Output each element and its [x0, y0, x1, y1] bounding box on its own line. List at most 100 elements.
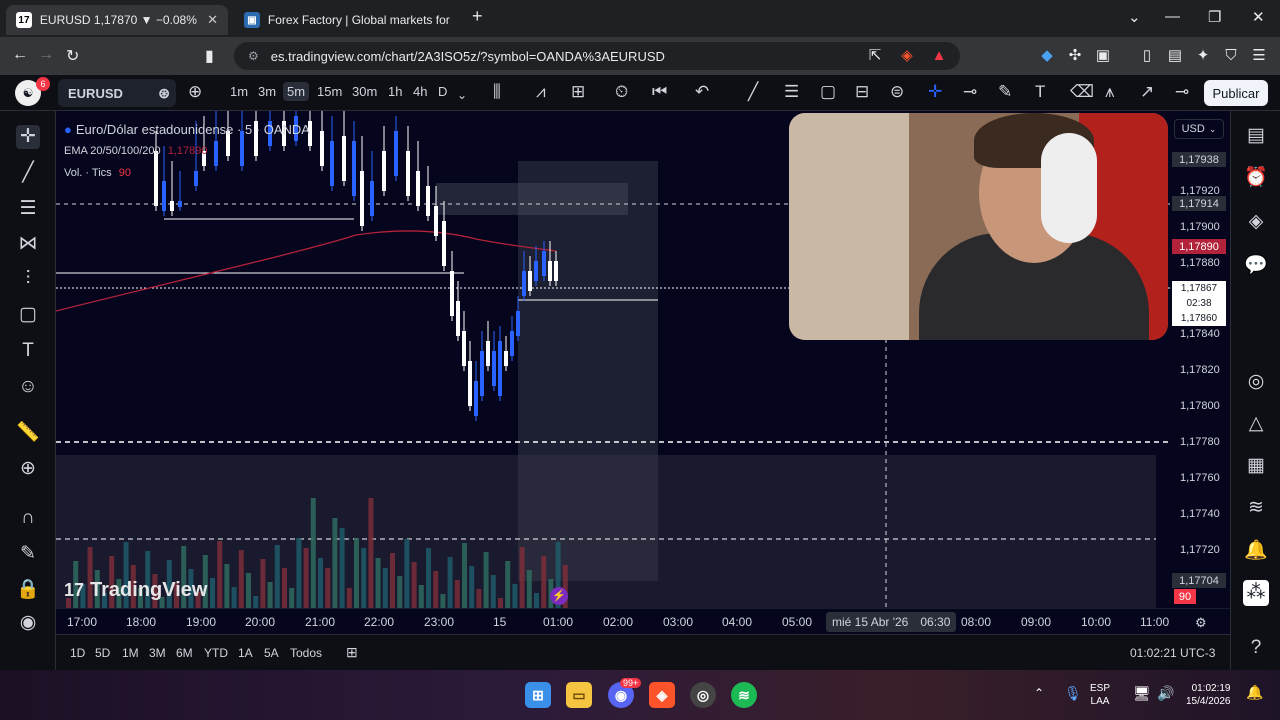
brave-icon[interactable]: ◈ [649, 682, 675, 708]
clock-label[interactable]: 01:02:21 UTC-3 [1130, 646, 1215, 660]
shape-tool-icon[interactable]: ▢ [16, 303, 40, 327]
brave-rewards-icon[interactable]: ▲ [930, 47, 948, 65]
url-input[interactable]: ⚙ es.tradingview.com/chart/2A3ISO5z/?sym… [234, 42, 960, 70]
chat-icon[interactable]: 💬 [1243, 253, 1269, 279]
site-info-icon[interactable]: ⚙ [248, 49, 259, 63]
fib-tool-icon[interactable]: ☰ [16, 197, 40, 221]
wallet-icon[interactable]: ▤ [1166, 47, 1184, 65]
chevron-down-icon[interactable]: ⌄ [457, 86, 467, 104]
network-icon[interactable]: 🖥 [1133, 685, 1151, 702]
brush-icon[interactable]: ✎ [998, 83, 1012, 101]
axis-settings-icon[interactable]: ⚙ [1195, 615, 1207, 631]
templates-icon[interactable]: ⊞ [571, 83, 585, 101]
close-tab-icon[interactable]: ✕ [207, 12, 218, 28]
stay-drawing-icon[interactable]: ✎ [16, 542, 40, 566]
zoom-icon[interactable]: ⊕ [16, 457, 40, 481]
interval-1h[interactable]: 1h [388, 84, 402, 99]
back-icon[interactable]: ← [12, 46, 28, 64]
range-6m[interactable]: 6M [176, 646, 193, 660]
indicators-icon[interactable]: ⩘ [536, 83, 546, 101]
rectangle-icon[interactable]: ▢ [820, 83, 836, 101]
hotlist-icon[interactable]: ◎ [1243, 369, 1269, 395]
extensions-icon[interactable]: ✣ [1066, 47, 1084, 65]
range-1m[interactable]: 1M [122, 646, 139, 660]
replay-icon[interactable]: ⏮ [652, 83, 667, 101]
microphone-icon[interactable]: 🎙 [1064, 685, 1082, 702]
parallel-channel-icon[interactable]: ⊜ [890, 83, 904, 101]
interval-1m[interactable]: 1m [230, 84, 248, 99]
eye-icon[interactable]: ◉ [16, 611, 40, 635]
reload-icon[interactable]: ↻ [66, 46, 79, 66]
system-clock[interactable]: 01:02:19 15/4/2026 [1186, 682, 1231, 708]
crosshair-tool-icon[interactable]: ✛ [16, 125, 40, 149]
lock-icon[interactable]: 🔒 [16, 578, 40, 602]
interval-d[interactable]: D [438, 84, 447, 99]
magnet-icon[interactable]: ∩ [16, 506, 40, 530]
calendar-icon[interactable]: ▦ [1243, 453, 1269, 479]
trendline-icon[interactable]: ╱ [748, 83, 758, 101]
obs-icon[interactable]: ◎ [690, 682, 716, 708]
help-icon[interactable]: ? [1243, 635, 1269, 661]
currency-selector[interactable]: USD ⌄ [1174, 119, 1224, 139]
screenshot-icon[interactable]: ▣ [1094, 47, 1112, 65]
range-5a[interactable]: 5A [264, 646, 279, 660]
brave-shield-icon[interactable]: ◈ [898, 47, 916, 65]
file-explorer-icon[interactable]: ▭ [566, 682, 592, 708]
ideas-icon[interactable]: △ [1243, 411, 1269, 437]
publish-button[interactable]: Publicar [1204, 80, 1268, 106]
apps-icon[interactable]: ⁂ [1243, 580, 1269, 606]
ema-legend[interactable]: EMA 20/50/100/200 1,17890 [64, 145, 207, 157]
language-indicator[interactable]: ESP LAA [1090, 682, 1110, 708]
interval-15m[interactable]: 15m [317, 84, 342, 99]
vpn-icon[interactable]: ⛉ [1222, 47, 1240, 65]
forward-icon[interactable]: → [38, 46, 54, 64]
horizontal-line-icon[interactable]: ⊸ [963, 83, 977, 101]
pattern-icon[interactable]: ⩚ [1105, 83, 1115, 101]
event-icon[interactable]: ⚡ [550, 587, 568, 605]
prediction-tool-icon[interactable]: ⫶ [16, 267, 40, 291]
alerts-icon[interactable]: ⏰ [1243, 165, 1269, 191]
trendline-tool-icon[interactable]: ╱ [16, 161, 40, 185]
close-window-icon[interactable]: ✕ [1252, 8, 1265, 26]
undo-icon[interactable]: ↶ [695, 83, 709, 101]
windows-start-icon[interactable]: ⊞ [525, 682, 551, 708]
price-axis[interactable]: USD ⌄ 1,17938 1,17920 1,17914 1,17900 1,… [1170, 111, 1230, 608]
volume-legend[interactable]: Vol. · Tics 90 [64, 167, 131, 179]
time-axis[interactable]: 17:00 18:00 19:00 20:00 21:00 22:00 23:0… [56, 608, 1230, 634]
tray-chevron-icon[interactable]: ⌃ [1034, 686, 1044, 700]
text-tool-icon[interactable]: T [16, 339, 40, 363]
extension-icon[interactable]: ◆ [1038, 47, 1056, 65]
bookmark-icon[interactable]: ▮ [205, 46, 214, 66]
pattern-tool-icon[interactable]: ⋈ [16, 232, 40, 256]
tab-forexfactory[interactable]: ▣ Forex Factory | Global markets for the [234, 5, 462, 35]
eraser-icon[interactable]: ⌫ [1070, 83, 1094, 101]
icon-tool-icon[interactable]: ☺ [16, 375, 40, 399]
range-5d[interactable]: 5D [95, 646, 110, 660]
leo-icon[interactable]: ✦ [1194, 47, 1212, 65]
fib-icon[interactable]: ☰ [784, 83, 799, 101]
candles-icon[interactable]: ⫼ [493, 83, 501, 101]
interval-5m[interactable]: 5m [283, 82, 310, 101]
spotify-icon[interactable]: ≋ [731, 682, 757, 708]
position-icon[interactable]: ⊟ [855, 83, 869, 101]
range-1d[interactable]: 1D [70, 646, 85, 660]
compare-icon[interactable]: ⊛ [158, 85, 170, 102]
alert-icon[interactable]: ⏲ [615, 83, 628, 101]
menu-icon[interactable]: ☰ [1250, 47, 1268, 65]
interval-30m[interactable]: 30m [352, 84, 377, 99]
interval-4h[interactable]: 4h [413, 84, 427, 99]
crosshair-icon[interactable]: ✛ [928, 83, 942, 101]
ruler-icon[interactable]: 📏 [16, 421, 40, 445]
range-1a[interactable]: 1A [238, 646, 253, 660]
ray-icon[interactable]: ⊸ [1175, 83, 1189, 101]
range-ytd[interactable]: YTD [204, 646, 228, 660]
streams-icon[interactable]: ≋ [1243, 495, 1269, 521]
sidebar-icon[interactable]: ▯ [1138, 47, 1156, 65]
range-todos[interactable]: Todos [290, 646, 322, 660]
add-symbol-icon[interactable]: ⊕ [188, 83, 202, 101]
object-tree-icon[interactable]: ◈ [1243, 209, 1269, 235]
symbol-search[interactable]: EURUSD ⊛ [58, 79, 176, 107]
tab-tradingview[interactable]: 17 EURUSD 1,17870 ▼ −0.08% Trad ✕ [6, 5, 228, 35]
restore-icon[interactable]: ❐ [1208, 8, 1221, 26]
range-3m[interactable]: 3M [149, 646, 166, 660]
